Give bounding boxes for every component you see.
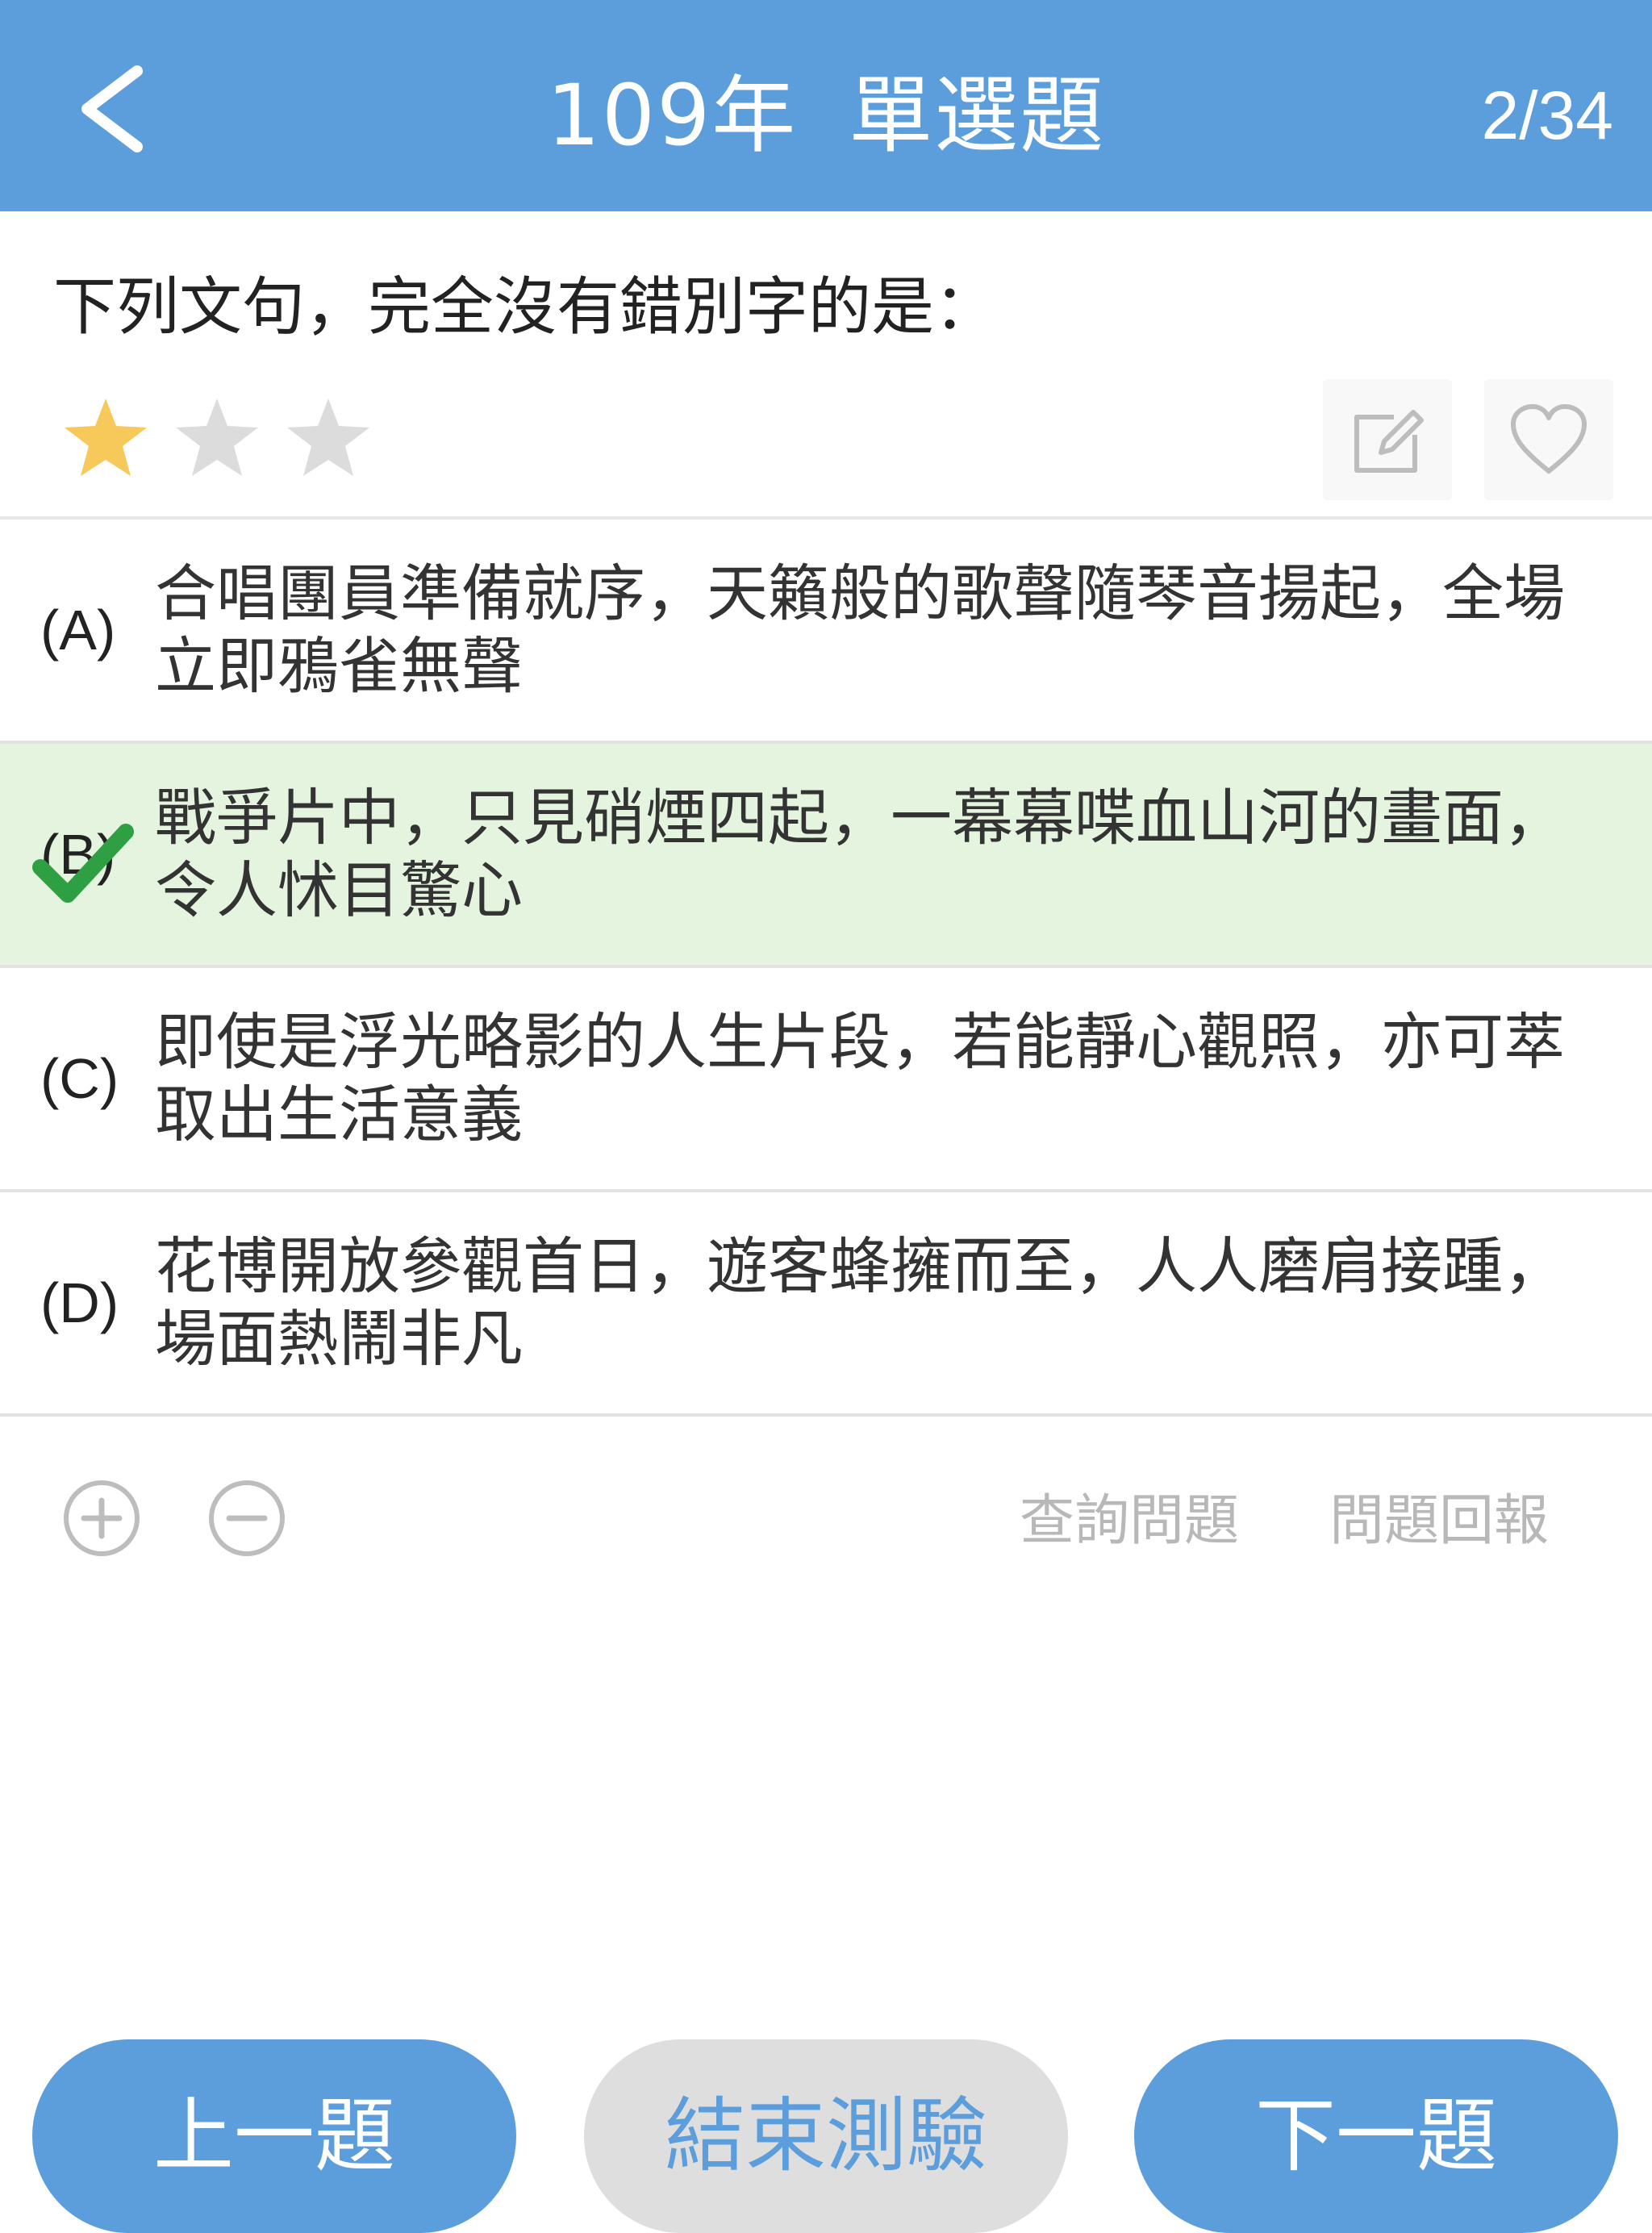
- option-b[interactable]: (B) 戰爭片中，只見硝煙四起，一幕幕喋血山河的畫面，令人怵目驚心: [0, 744, 1652, 968]
- note-button[interactable]: [1323, 379, 1452, 500]
- option-letter: (A): [40, 599, 116, 662]
- previous-question-button[interactable]: 上一題: [32, 2039, 516, 2233]
- favorite-button[interactable]: [1484, 379, 1613, 500]
- zoom-out-button[interactable]: [206, 1478, 287, 1559]
- zoom-in-button[interactable]: [61, 1478, 142, 1559]
- option-letter: (C): [40, 1047, 119, 1110]
- query-question-link[interactable]: 查詢問題: [1020, 1481, 1239, 1562]
- option-c[interactable]: (C) 即使是浮光略影的人生片段，若能靜心觀照，亦可萃取出生活意義: [0, 968, 1652, 1192]
- option-text: 戰爭片中，只見硝煙四起，一幕幕喋血山河的畫面，令人怵目驚心: [155, 782, 1565, 926]
- question-text: 下列文句，完全沒有錯別字的是：: [53, 271, 998, 344]
- end-quiz-button[interactable]: 結束測驗: [584, 2039, 1068, 2233]
- report-problem-link[interactable]: 問題回報: [1329, 1481, 1549, 1562]
- next-question-button[interactable]: 下一題: [1134, 2039, 1618, 2233]
- question-counter: 2/34: [1481, 77, 1614, 153]
- star-empty-icon: [176, 399, 258, 476]
- top-bar: 109年 單選題 2/34: [0, 0, 1652, 211]
- option-text: 合唱團員準備就序，天籟般的歌聲隨琴音揚起，全場立即鴉雀無聲: [155, 557, 1565, 702]
- checkmark-icon: [32, 824, 134, 903]
- edit-note-icon: [1354, 410, 1424, 473]
- exam-year: 109年: [546, 66, 798, 165]
- heart-icon: [1511, 404, 1587, 474]
- star-filled-icon: [65, 399, 147, 476]
- option-a[interactable]: (A) 合唱團員準備就序，天籟般的歌聲隨琴音揚起，全場立即鴉雀無聲: [0, 520, 1652, 744]
- option-text: 即使是浮光略影的人生片段，若能靜心觀照，亦可萃取出生活意義: [155, 1006, 1565, 1150]
- difficulty-rating: [61, 395, 373, 479]
- option-letter: (D): [40, 1271, 119, 1334]
- page-title: 109年 單選題: [0, 63, 1652, 168]
- answer-options: (A) 合唱團員準備就序，天籟般的歌聲隨琴音揚起，全場立即鴉雀無聲 (B) 戰爭…: [0, 516, 1652, 1417]
- minus-circle-icon: [209, 1480, 285, 1556]
- star-empty-icon: [287, 399, 369, 476]
- plus-circle-icon: [64, 1480, 140, 1556]
- question-type: 單選題: [849, 66, 1106, 165]
- option-text: 花博開放參觀首日，遊客蜂擁而至，人人磨肩接踵，場面熱鬧非凡: [155, 1230, 1565, 1375]
- option-d[interactable]: (D) 花博開放參觀首日，遊客蜂擁而至，人人磨肩接踵，場面熱鬧非凡: [0, 1192, 1652, 1417]
